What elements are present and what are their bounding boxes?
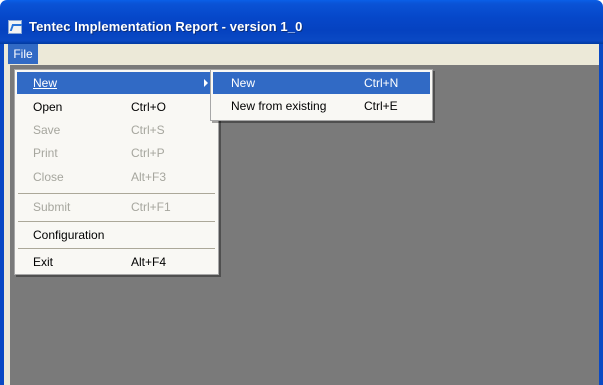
file-menu-dropdown: New Open Ctrl+O Save Ctrl+S Print Ctrl+P… — [14, 69, 219, 275]
menu-file[interactable]: File — [8, 44, 38, 64]
menu-item-shortcut: Alt+F4 — [131, 255, 167, 269]
menu-separator — [18, 193, 215, 194]
window-title: Tentec Implementation Report - version 1… — [29, 19, 303, 34]
menu-item-shortcut: Ctrl+P — [131, 146, 165, 160]
menu-item-save[interactable]: Save Ctrl+S — [17, 119, 216, 141]
submenu-item-new[interactable]: New Ctrl+N — [213, 72, 430, 94]
menu-item-label: New — [33, 76, 58, 90]
menu-separator — [18, 248, 215, 249]
menu-item-close[interactable]: Close Alt+F3 — [17, 166, 216, 188]
menu-item-exit[interactable]: Exit Alt+F4 — [17, 251, 216, 273]
title-bar[interactable]: Tentec Implementation Report - version 1… — [0, 0, 603, 44]
menu-item-label: Close — [33, 170, 64, 184]
menu-bar: File — [4, 44, 599, 65]
menu-item-shortcut: Ctrl+F1 — [131, 200, 171, 214]
window-frame-right — [599, 44, 603, 385]
menu-item-label: New — [231, 76, 256, 90]
menu-item-label: Exit — [33, 255, 54, 269]
app-logo-icon[interactable] — [8, 20, 22, 34]
menu-item-label: Configuration — [33, 228, 105, 242]
menu-item-label: Print — [33, 146, 58, 160]
menu-item-new[interactable]: New — [17, 72, 216, 94]
menu-separator — [18, 221, 215, 222]
app-window: Tentec Implementation Report - version 1… — [0, 0, 603, 385]
menu-item-print[interactable]: Print Ctrl+P — [17, 142, 216, 164]
submenu-arrow-icon — [204, 79, 208, 87]
menu-item-label: Open — [33, 100, 63, 114]
menu-item-label: Submit — [33, 200, 71, 214]
menu-item-label: Save — [33, 123, 61, 137]
new-submenu-dropdown: New Ctrl+N New from existing Ctrl+E — [210, 69, 433, 121]
menu-item-shortcut: Ctrl+S — [131, 123, 165, 137]
menu-item-configuration[interactable]: Configuration — [17, 224, 216, 246]
menu-item-shortcut: Ctrl+O — [131, 100, 167, 114]
menu-item-submit[interactable]: Submit Ctrl+F1 — [17, 196, 216, 218]
client-left-edge — [4, 65, 10, 385]
menu-item-shortcut: Ctrl+E — [364, 99, 398, 113]
menu-item-open[interactable]: Open Ctrl+O — [17, 96, 216, 118]
menu-item-shortcut: Ctrl+N — [364, 76, 399, 90]
menu-item-label: New from existing — [231, 99, 327, 113]
submenu-item-new-from-existing[interactable]: New from existing Ctrl+E — [213, 95, 430, 117]
menu-item-shortcut: Alt+F3 — [131, 170, 167, 184]
